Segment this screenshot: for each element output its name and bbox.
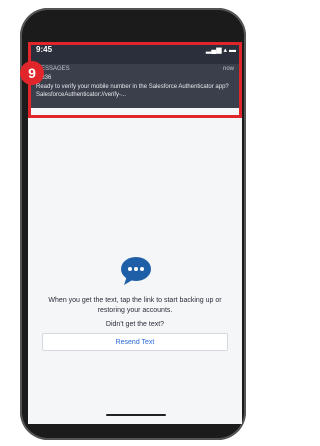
instruction-text: When you get the text, tap the link to s…: [48, 297, 222, 314]
resend-text-button[interactable]: Resend Text: [42, 333, 228, 351]
didnt-get-text: Didn't get the text?: [105, 321, 165, 328]
home-indicator[interactable]: [106, 414, 166, 416]
annotation-badge: 9: [20, 61, 44, 85]
annotation-highlight: [28, 42, 242, 118]
main-content: When you get the text, tap the link to s…: [28, 106, 242, 424]
chat-bubble-icon: [121, 257, 151, 285]
